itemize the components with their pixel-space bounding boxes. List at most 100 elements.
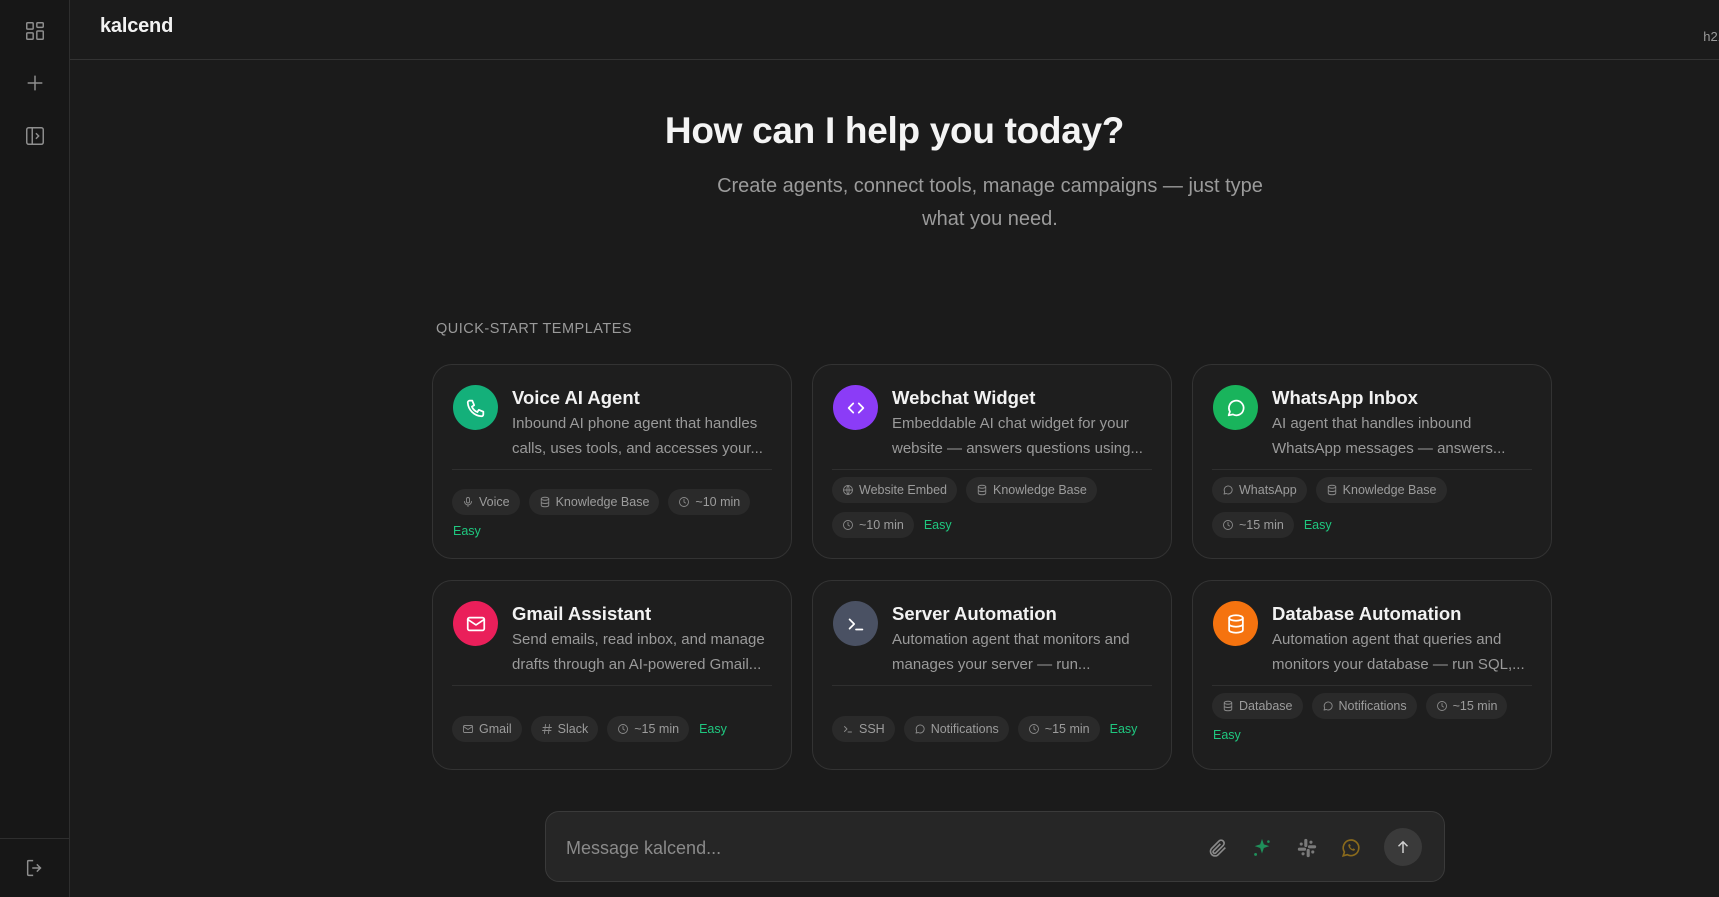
panel-toggle-icon[interactable] xyxy=(21,122,49,150)
tag-label: Knowledge Base xyxy=(1342,483,1437,497)
tag-chip: WhatsApp xyxy=(1212,477,1307,503)
card-divider xyxy=(1212,685,1532,686)
template-tags: SSH Notifications ~15 min Easy xyxy=(832,716,1157,742)
terminal-icon xyxy=(842,723,854,735)
tag-label: ~15 min xyxy=(1044,722,1090,736)
tag-chip: Website Embed xyxy=(832,477,958,503)
tag-label: Voice xyxy=(479,495,510,509)
new-chat-plus-icon[interactable] xyxy=(21,69,49,97)
template-title: Webchat Widget xyxy=(892,387,1036,408)
template-tags: Database Notifications ~15 min Easy xyxy=(1212,693,1537,742)
tag-label: Gmail xyxy=(479,722,512,736)
mail-icon xyxy=(453,601,498,646)
message-input[interactable] xyxy=(566,834,1166,862)
slack-icon[interactable] xyxy=(1295,836,1319,860)
grid-icon[interactable] xyxy=(21,17,49,45)
card-divider xyxy=(452,685,772,686)
mic-icon xyxy=(462,496,474,508)
tag-chip: Voice xyxy=(452,489,520,515)
difficulty-label: Easy xyxy=(1303,518,1332,532)
code-icon xyxy=(833,385,878,430)
template-description: Automation agent that queries and monito… xyxy=(1272,631,1525,673)
template-tags: Website Embed Knowledge Base ~10 min Easy xyxy=(832,477,1157,538)
template-tags: WhatsApp Knowledge Base ~15 min Easy xyxy=(1212,477,1537,538)
tag-chip: ~15 min xyxy=(607,716,690,742)
tag-chip: Notifications xyxy=(903,716,1009,742)
tag-label: Notifications xyxy=(1338,699,1407,713)
tag-chip: Slack xyxy=(530,716,599,742)
tag-label: ~15 min xyxy=(1239,518,1284,532)
template-title: Database Automation xyxy=(1272,603,1462,624)
page-subtitle: Create agents, connect tools, manage cam… xyxy=(717,175,1263,230)
tag-chip: ~10 min xyxy=(668,489,751,515)
tag-chip: Database xyxy=(1212,693,1303,719)
difficulty-label: Easy xyxy=(1213,728,1241,742)
tag-label: Knowledge Base xyxy=(555,495,650,509)
template-card[interactable]: WhatsApp Inbox AI agent that handles inbo… xyxy=(1192,364,1552,559)
template-title: Server Automation xyxy=(892,603,1057,624)
send-button[interactable] xyxy=(1384,828,1422,866)
tag-chip: ~15 min xyxy=(1017,716,1100,742)
template-description: Inbound AI phone agent that handles call… xyxy=(512,415,763,457)
tag-chip: Knowledge Base xyxy=(528,489,660,515)
section-label: QUICK-START TEMPLATES xyxy=(436,321,633,337)
template-title: Voice AI Agent xyxy=(512,387,640,408)
tag-label: Database xyxy=(1239,699,1293,713)
tag-label: WhatsApp xyxy=(1239,483,1297,497)
template-description: Embeddable AI chat widget for your websi… xyxy=(892,415,1143,457)
page-title: How can I help you today? xyxy=(664,110,1125,151)
template-description: AI agent that handles inbound WhatsApp m… xyxy=(1272,415,1506,457)
database-icon xyxy=(976,484,988,496)
hash-icon xyxy=(541,723,553,735)
tag-chip: ~15 min xyxy=(1425,693,1508,719)
template-title: Gmail Assistant xyxy=(512,603,652,624)
database-icon xyxy=(539,496,551,508)
database-icon xyxy=(1213,601,1258,646)
tag-chip: Knowledge Base xyxy=(966,477,1097,503)
template-card[interactable]: Database Automation Automation agent that… xyxy=(1192,580,1552,770)
tag-label: ~10 min xyxy=(859,518,904,532)
difficulty-label: Easy xyxy=(453,524,481,538)
template-card[interactable]: Server Automation Automation agent that m… xyxy=(812,580,1172,770)
tag-chip: ~15 min xyxy=(1212,512,1294,538)
paperclip-icon[interactable] xyxy=(1206,836,1230,860)
database-icon xyxy=(1222,700,1234,712)
user-chip[interactable]: h21 xyxy=(1703,29,1719,44)
clock-icon xyxy=(678,496,690,508)
terminal-icon xyxy=(833,601,878,646)
tag-chip: Gmail xyxy=(452,716,522,742)
template-card[interactable]: Voice AI Agent Inbound AI phone agent tha… xyxy=(432,364,792,559)
tag-label: Website Embed xyxy=(859,483,948,497)
difficulty-label: Easy xyxy=(1109,722,1138,736)
phone-icon xyxy=(453,385,498,430)
clock-icon xyxy=(1436,700,1448,712)
whatsapp-icon[interactable] xyxy=(1339,836,1363,860)
clock-icon xyxy=(842,519,854,531)
tag-label: ~10 min xyxy=(695,495,741,509)
card-divider xyxy=(832,685,1152,686)
sidebar-footer xyxy=(0,838,70,897)
clock-icon xyxy=(1028,723,1040,735)
tag-label: SSH xyxy=(859,722,885,736)
logout-icon[interactable] xyxy=(21,854,49,882)
sidebar xyxy=(0,0,70,897)
chat-bubble-icon xyxy=(1222,484,1234,496)
template-description: Send emails, read inbox, and manage draf… xyxy=(512,631,765,673)
brand-name[interactable]: kalcend xyxy=(100,15,173,38)
sparkle-icon[interactable] xyxy=(1250,836,1274,860)
card-divider xyxy=(1212,469,1532,470)
template-card[interactable]: Gmail Assistant Send emails, read inbox, … xyxy=(432,580,792,770)
template-description: Automation agent that monitors and manag… xyxy=(892,631,1130,673)
top-bar: kalcend h21 xyxy=(70,0,1719,60)
template-tags: Voice Knowledge Base ~10 min Easy xyxy=(452,489,777,538)
card-divider xyxy=(832,469,1152,470)
tag-chip: Knowledge Base xyxy=(1315,477,1447,503)
clock-icon xyxy=(617,723,629,735)
tag-label: ~15 min xyxy=(634,722,680,736)
tag-label: Knowledge Base xyxy=(993,483,1087,497)
template-tags: Gmail Slack ~15 min Easy xyxy=(452,716,777,742)
chat-bubble-icon xyxy=(1213,385,1258,430)
clock-icon xyxy=(1222,519,1234,531)
globe-icon xyxy=(842,484,854,496)
template-card[interactable]: Webchat Widget Embeddable AI chat widget … xyxy=(812,364,1172,559)
